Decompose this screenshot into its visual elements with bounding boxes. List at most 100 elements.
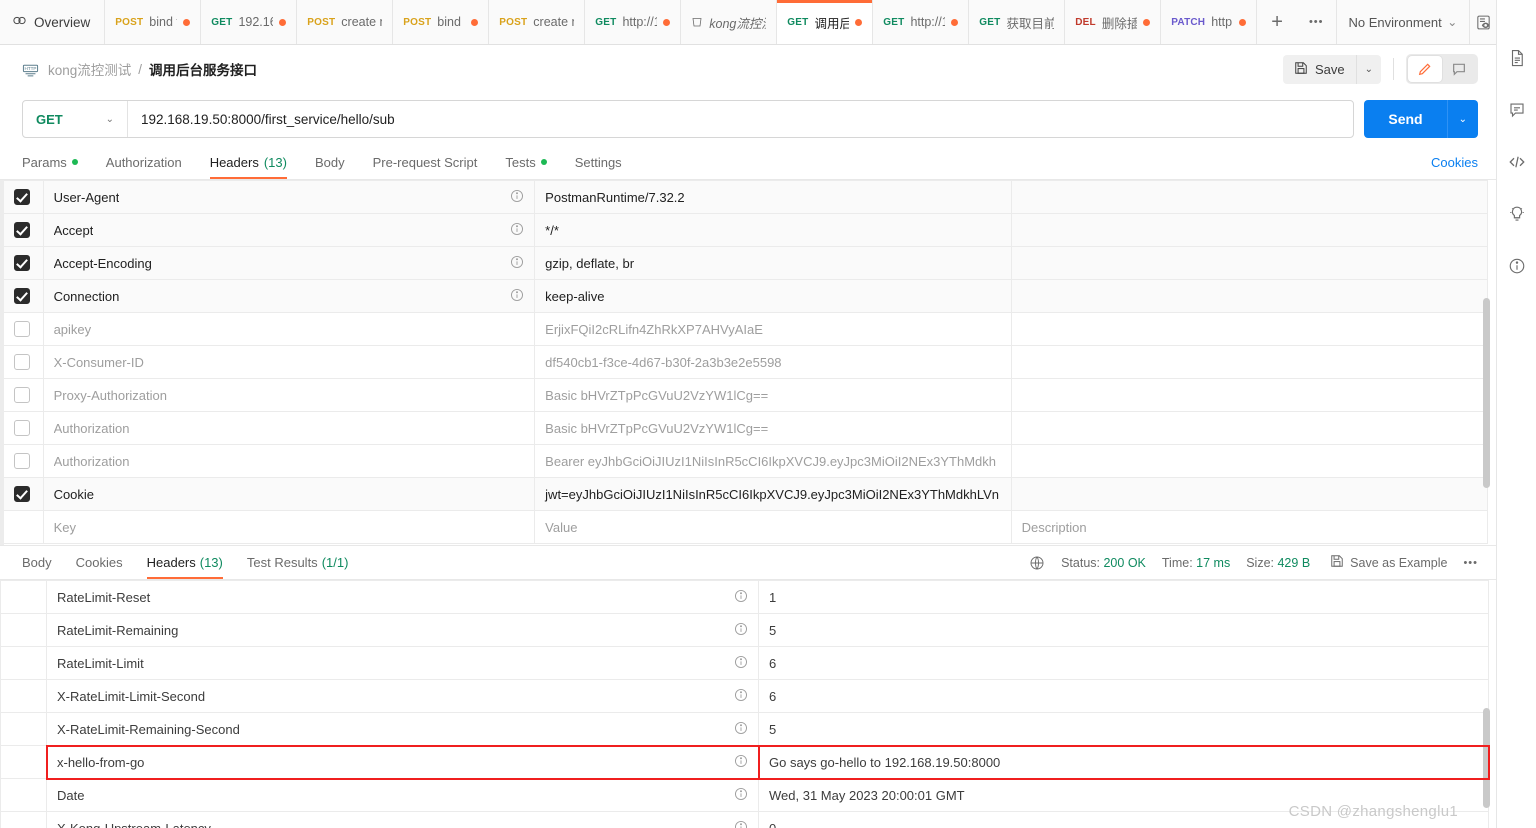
request-header-description-cell[interactable] xyxy=(1010,411,1489,445)
info-icon[interactable] xyxy=(734,688,748,705)
breadcrumb-collection[interactable]: kong流控测试 xyxy=(48,59,131,79)
comments-icon[interactable] xyxy=(1507,100,1527,120)
request-header-value-cell[interactable]: Basic bHVrZTpPcGVuU2VzYW1lCg== xyxy=(534,378,1012,412)
request-header-value-cell[interactable]: gzip, deflate, br xyxy=(534,246,1012,280)
request-header-checkbox[interactable] xyxy=(13,321,30,337)
request-header-description-cell[interactable] xyxy=(1010,312,1489,346)
open-tab-4[interactable]: POST create n xyxy=(489,0,586,44)
open-tab-7[interactable]: GET 调用后台 xyxy=(777,0,874,44)
request-tab-settings[interactable]: Settings xyxy=(561,145,636,179)
response-tab-headers[interactable]: Headers (13) xyxy=(135,546,235,580)
request-header-description-cell[interactable] xyxy=(1010,345,1489,379)
request-header-value-cell[interactable]: */* xyxy=(534,213,1012,247)
info-icon[interactable] xyxy=(510,255,524,272)
info-icon[interactable] xyxy=(734,754,748,771)
request-tab-pre-request-script[interactable]: Pre-request Script xyxy=(359,145,492,179)
environment-selector[interactable]: No Environment ⌄ xyxy=(1335,0,1470,44)
request-header-key-cell[interactable]: Accept-Encoding xyxy=(42,246,536,280)
info-icon[interactable] xyxy=(734,787,748,804)
request-tab-params[interactable]: Params xyxy=(22,145,92,179)
request-header-checkbox[interactable] xyxy=(13,486,30,502)
open-tab-2[interactable]: POST create n xyxy=(297,0,394,44)
request-header-checkbox[interactable] xyxy=(13,255,30,271)
request-header-value-cell[interactable]: Basic bHVrZTpPcGVuU2VzYW1lCg== xyxy=(534,411,1012,445)
code-snippet-icon[interactable] xyxy=(1507,152,1527,172)
info-icon[interactable] xyxy=(734,589,748,606)
url-input[interactable]: 192.168.19.50:8000/first_service/hello/s… xyxy=(128,101,1353,137)
response-tab-body[interactable]: Body xyxy=(10,546,64,580)
request-header-key-cell[interactable]: Cookie xyxy=(42,477,536,511)
request-header-checkbox[interactable] xyxy=(13,453,30,469)
info-icon[interactable] xyxy=(734,655,748,672)
request-header-checkbox[interactable] xyxy=(13,189,30,205)
overview-tab[interactable]: Overview xyxy=(0,0,106,44)
open-tab-1[interactable]: GET 192.168 xyxy=(201,0,298,44)
open-tab-9[interactable]: GET 获取目前已 xyxy=(969,0,1066,44)
new-tab-button[interactable]: + xyxy=(1257,0,1297,44)
request-header-value-cell[interactable]: keep-alive xyxy=(534,279,1012,313)
request-tab-body[interactable]: Body xyxy=(301,145,359,179)
info-icon[interactable] xyxy=(734,622,748,639)
new-header-key-input[interactable]: Key xyxy=(42,510,536,544)
save-button[interactable]: Save xyxy=(1283,55,1356,84)
info-icon[interactable] xyxy=(510,288,524,305)
request-table-scrollbar[interactable] xyxy=(1483,298,1490,488)
request-header-key-cell[interactable]: User-Agent xyxy=(42,180,536,214)
cookies-link[interactable]: Cookies xyxy=(1431,155,1478,170)
comment-icon[interactable] xyxy=(1442,56,1476,82)
open-tab-5[interactable]: GET http://1 xyxy=(585,0,682,44)
request-header-key-cell[interactable]: Authorization xyxy=(42,411,536,445)
info-icon[interactable] xyxy=(510,189,524,206)
request-header-checkbox[interactable] xyxy=(13,288,30,304)
open-tab-8[interactable]: GET http://1 xyxy=(873,0,970,44)
open-tab-6[interactable]: kong流控测 xyxy=(681,0,778,44)
info-circle-icon[interactable] xyxy=(1507,256,1527,276)
new-header-value-input[interactable]: Value xyxy=(534,510,1012,544)
pencil-icon[interactable] xyxy=(1408,56,1442,82)
request-header-description-cell[interactable] xyxy=(1010,444,1489,478)
info-tips-icon[interactable] xyxy=(1507,204,1527,224)
request-tab-authorization[interactable]: Authorization xyxy=(92,145,196,179)
save-as-example-button[interactable]: Save as Example xyxy=(1330,554,1447,571)
tabs-more-button[interactable]: ••• xyxy=(1297,0,1336,44)
request-header-description-cell[interactable] xyxy=(1010,246,1489,280)
request-header-checkbox[interactable] xyxy=(13,354,30,370)
open-tab-3[interactable]: POST bind r xyxy=(393,0,490,44)
request-header-value-cell[interactable]: jwt=eyJhbGciOiJIUzI1NiIsInR5cCI6IkpXVCJ9… xyxy=(534,477,1012,511)
request-header-key-cell[interactable]: X-Consumer-ID xyxy=(42,345,536,379)
info-icon[interactable] xyxy=(510,222,524,239)
save-options-caret[interactable]: ⌄ xyxy=(1355,54,1381,84)
request-header-checkbox[interactable] xyxy=(13,222,30,238)
request-header-description-cell[interactable] xyxy=(1010,279,1489,313)
info-icon[interactable] xyxy=(734,721,748,738)
new-header-description-input[interactable]: Description xyxy=(1010,510,1489,544)
request-header-key-cell[interactable]: Accept xyxy=(42,213,536,247)
method-selector[interactable]: GET ⌄ xyxy=(23,101,128,137)
request-header-key-cell[interactable]: Authorization xyxy=(42,444,536,478)
request-header-value-cell[interactable]: PostmanRuntime/7.32.2 xyxy=(534,180,1012,214)
request-header-checkbox[interactable] xyxy=(13,420,30,436)
response-tab-test-results[interactable]: Test Results (1/1) xyxy=(235,546,361,580)
request-header-description-cell[interactable] xyxy=(1010,213,1489,247)
request-header-value-cell[interactable]: ErjixFQiI2cRLifn4ZhRkXP7AHVyAIaE xyxy=(534,312,1012,346)
request-header-description-cell[interactable] xyxy=(1010,378,1489,412)
request-header-key-cell[interactable]: apikey xyxy=(42,312,536,346)
request-tab-headers[interactable]: Headers (13) xyxy=(196,145,301,179)
open-tab-0[interactable]: POST bind t xyxy=(105,0,202,44)
documentation-icon[interactable] xyxy=(1507,48,1527,68)
request-header-value-cell[interactable]: df540cb1-f3ce-4d67-b30f-2a3b3e2e5598 xyxy=(534,345,1012,379)
request-header-checkbox[interactable] xyxy=(13,387,30,403)
response-tab-cookies[interactable]: Cookies xyxy=(64,546,135,580)
request-header-value-cell[interactable]: Bearer eyJhbGciOiJIUzI1NiIsInR5cCI6IkpXV… xyxy=(534,444,1012,478)
response-more-button[interactable]: ••• xyxy=(1463,557,1478,569)
info-icon[interactable] xyxy=(734,820,748,828)
request-header-description-cell[interactable] xyxy=(1010,477,1489,511)
request-header-description-cell[interactable] xyxy=(1010,180,1489,214)
request-header-key-cell[interactable]: Connection xyxy=(42,279,536,313)
send-options-caret[interactable]: ⌄ xyxy=(1446,100,1478,138)
environment-quick-look-icon[interactable] xyxy=(1469,0,1496,44)
request-tab-tests[interactable]: Tests xyxy=(491,145,560,179)
send-button[interactable]: Send xyxy=(1364,100,1447,138)
open-tab-11[interactable]: PATCH http: xyxy=(1161,0,1258,44)
request-header-key-cell[interactable]: Proxy-Authorization xyxy=(42,378,536,412)
